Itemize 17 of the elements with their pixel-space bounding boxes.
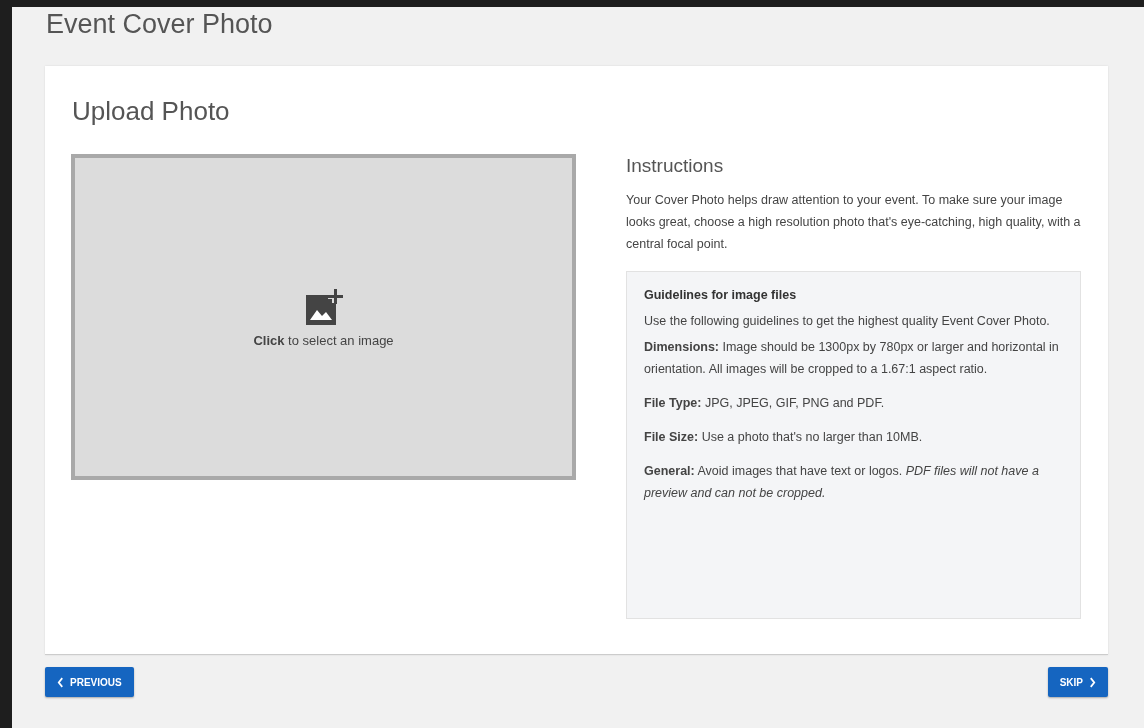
previous-button[interactable]: PREVIOUS — [45, 667, 134, 697]
guidelines-heading: Guidelines for image files — [644, 288, 798, 302]
skip-button[interactable]: SKIP — [1047, 667, 1108, 697]
instructions-text: Your Cover Photo helps draw attention to your event. To make sure your image looks great, choose a high resolution photo that's eye-catching, high quality, with a central focal point. — [626, 192, 1081, 253]
chevron-right-icon — [1089, 676, 1096, 688]
card-title: Upload Photo — [72, 96, 231, 127]
page-title: Event Cover Photo — [45, 8, 274, 41]
guideline-text: General: Avoid images that have text or logos. PDF files will not have a preview and can not be cropped. — [644, 463, 1040, 502]
guideline-text: Dimensions: Image should be 1300px by 780px or larger and horizontal in orientation. All images will be cropped to a 1.67:1 aspect ratio. — [644, 339, 1060, 378]
add-image-icon — [303, 286, 344, 327]
image-drop-zone[interactable]: Click to select an image — [71, 154, 576, 480]
chevron-left-icon — [57, 676, 64, 688]
guideline-text: File Type: JPG, JPEG, GIF, PNG and PDF. — [644, 395, 886, 412]
upload-prompt: Click to select an image — [253, 332, 394, 348]
instructions-heading: Instructions — [626, 155, 725, 177]
guideline-text: Use the following guidelines to get the highest quality Event Cover Photo. — [644, 313, 1051, 330]
guideline-text: File Size: Use a photo that's no larger than 10MB. — [644, 429, 924, 446]
